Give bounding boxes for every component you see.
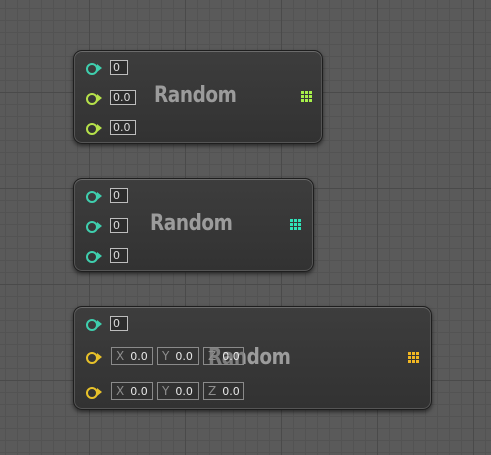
int-value-field[interactable]: 0	[110, 248, 128, 263]
random-node-vector[interactable]: Random 0 X 0.0 Y 0.0 Z 0.0 X 0.0 Y 0.0 Z 0.0	[73, 306, 432, 410]
int-value-field[interactable]: 0	[110, 316, 128, 331]
node-title: Random	[154, 83, 237, 108]
x-value: 0.0	[130, 349, 148, 363]
vector-x-field[interactable]: X 0.0	[111, 382, 153, 400]
random-node-int[interactable]: Random 0 0 0	[73, 178, 314, 272]
graph-canvas[interactable]: { "colors": { "int_pin": "#3fcfae", "flo…	[0, 0, 491, 455]
x-value: 0.0	[130, 384, 148, 398]
min-value-field[interactable]: 0	[110, 60, 128, 75]
y-value: 0.0	[175, 349, 193, 363]
node-title: Random	[150, 211, 233, 236]
z-value: 0.0	[222, 349, 240, 363]
int-input-pin[interactable]	[84, 219, 106, 233]
z-label: Z	[208, 349, 217, 363]
y-value: 0.0	[175, 384, 193, 398]
grid-icon	[290, 219, 301, 230]
x-label: X	[116, 349, 125, 363]
x-label: X	[116, 384, 125, 398]
random-node-float[interactable]: Random 0 0.0 0.0	[73, 50, 323, 144]
vector-z-field[interactable]: Z 0.0	[203, 347, 244, 365]
float-input-pin[interactable]	[84, 121, 106, 135]
int-value-field[interactable]: 0	[110, 218, 128, 233]
int-input-pin[interactable]	[84, 317, 106, 331]
vector-z-field[interactable]: Z 0.0	[203, 382, 244, 400]
y-label: Y	[162, 349, 170, 363]
float-value-field[interactable]: 0.0	[110, 120, 136, 135]
y-label: Y	[162, 384, 170, 398]
vector-y-field[interactable]: Y 0.0	[157, 347, 199, 365]
int-value-field[interactable]: 0	[110, 188, 128, 203]
int-input-pin[interactable]	[84, 61, 106, 75]
float-input-pin[interactable]	[84, 91, 106, 105]
int-input-pin[interactable]	[84, 189, 106, 203]
z-label: Z	[208, 384, 217, 398]
z-value: 0.0	[222, 384, 240, 398]
int-input-pin[interactable]	[84, 249, 106, 263]
vector-input-pin[interactable]	[84, 385, 106, 399]
vector-x-field[interactable]: X 0.0	[111, 347, 153, 365]
grid-icon	[301, 91, 312, 102]
vector-y-field[interactable]: Y 0.0	[157, 382, 199, 400]
grid-icon	[408, 352, 419, 363]
vector-input-pin[interactable]	[84, 350, 106, 364]
float-value-field[interactable]: 0.0	[110, 90, 136, 105]
